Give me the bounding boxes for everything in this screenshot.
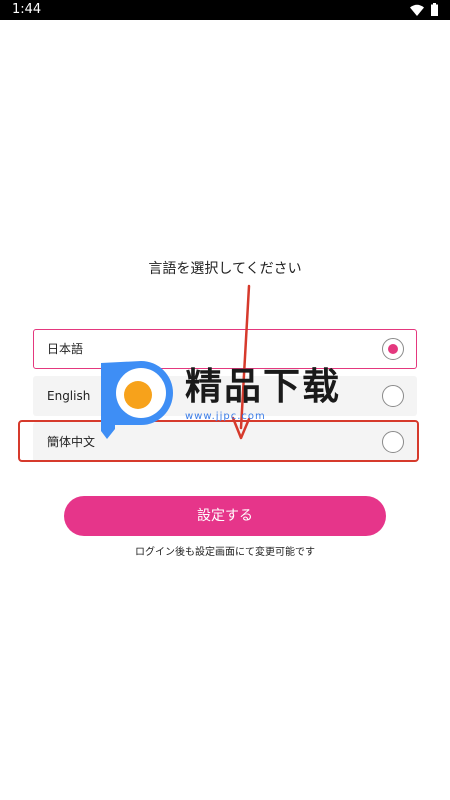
watermark: 精品下载 www.jjpc.com <box>95 357 365 441</box>
settings-note: ログイン後も設定画面にて変更可能です <box>135 547 315 558</box>
radio-button[interactable] <box>382 385 404 407</box>
status-bar: 1:44 <box>0 0 450 20</box>
language-label: English <box>47 389 91 403</box>
submit-button[interactable]: 設定する <box>64 496 386 536</box>
status-time: 1:44 <box>12 2 42 17</box>
watermark-text: 精品下载 <box>185 365 341 408</box>
battery-icon <box>431 3 438 16</box>
language-label: 日本語 <box>47 342 84 356</box>
wifi-icon <box>410 4 424 16</box>
radio-dot <box>387 343 398 354</box>
radio-button-selected[interactable] <box>382 338 404 360</box>
watermark-url: www.jjpc.com <box>185 411 266 422</box>
page-title: 言語を選択してください <box>148 261 302 277</box>
watermark-logo-icon <box>101 361 173 439</box>
